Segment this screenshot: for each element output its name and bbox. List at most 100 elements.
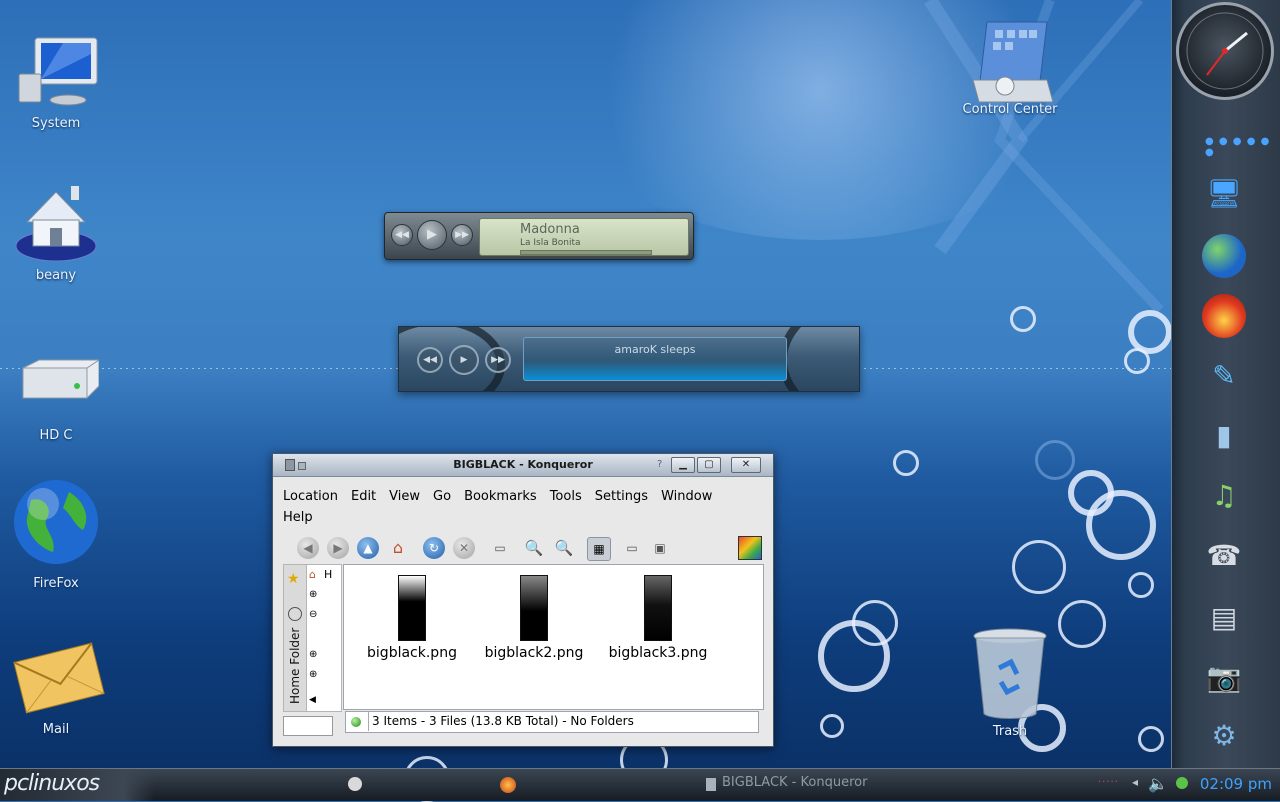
file-item[interactable]: bigblack.png	[352, 575, 472, 661]
history-icon[interactable]	[288, 607, 302, 621]
expand-icon[interactable]: ⊕	[309, 649, 317, 660]
sidebar-tabs: ★ Home Folder	[283, 564, 307, 712]
menu-bar: Location Edit View Go Bookmarks Tools Settings…	[283, 486, 763, 528]
music-cd-icon[interactable]: ♫	[1202, 474, 1246, 518]
menu-window[interactable]: Window	[661, 486, 712, 507]
system-settings-icon[interactable]: ⚙	[1202, 714, 1246, 758]
media-player-mini[interactable]: ◀◀ ▶ ▶▶ Madonna La Isla Bonita	[384, 212, 694, 260]
player-status-text: amaroK sleeps	[614, 343, 696, 356]
menu-go[interactable]: Go	[433, 486, 451, 507]
bubble	[1035, 440, 1075, 480]
network-computer-icon[interactable]: 🖥	[1202, 172, 1246, 216]
minimize-icon[interactable]: ▁	[671, 457, 695, 473]
icon-view-icon[interactable]: ▦	[587, 537, 611, 561]
collapse-icon[interactable]: ⊖	[309, 609, 317, 620]
firefox-icon[interactable]	[1202, 294, 1246, 338]
print-icon[interactable]: ▭	[489, 537, 511, 559]
play-icon[interactable]: ▶	[449, 345, 479, 375]
phone-icon[interactable]: ☎	[1202, 534, 1246, 578]
expand-icon[interactable]: ⊕	[309, 669, 317, 680]
detail-view-icon[interactable]: ▭	[621, 537, 643, 559]
main-toolbar: ◀ ▶ ▲ ⌂ ↻ ✕ ▭ 🔍 🔍 ▦ ▭ ▣	[283, 534, 763, 562]
desktop-icon-label: HD C	[39, 428, 73, 443]
notebook-icon[interactable]: ▮	[1202, 414, 1246, 458]
globe-icon	[13, 478, 99, 574]
hard-drive-icon	[13, 346, 100, 426]
back-icon[interactable]: ◀	[297, 537, 319, 559]
home-icon[interactable]: ⌂	[387, 537, 409, 559]
desktop-icon-trash[interactable]: Trash	[954, 628, 1066, 739]
next-icon[interactable]: ▶▶	[451, 224, 473, 246]
menu-location[interactable]: Location	[283, 486, 338, 507]
documents-icon[interactable]: ▤	[1202, 596, 1246, 640]
bubble	[852, 600, 898, 646]
distro-logo-text: pclinuxos	[4, 771, 100, 796]
tab-home-folder-label: Home Folder	[288, 627, 302, 704]
menu-tools[interactable]: Tools	[550, 486, 582, 507]
scroll-left-icon[interactable]: ◀	[309, 695, 316, 705]
menu-view[interactable]: View	[389, 486, 420, 507]
file-view[interactable]: bigblack.png bigblack2.png bigblack3.png	[343, 564, 764, 710]
desktop-icon-firefox[interactable]: FireFox	[0, 478, 112, 591]
feather-icon[interactable]: ✎	[1202, 354, 1246, 398]
desktop-icon-home[interactable]: beany	[0, 186, 112, 283]
maximize-icon[interactable]: ▢	[697, 457, 721, 473]
tab-home-folder[interactable]: Home Folder	[285, 627, 305, 707]
dock-separator: ● ● ● ● ● ●	[1205, 136, 1271, 158]
file-name: bigblack3.png	[608, 645, 708, 661]
player-status-display: amaroK sleeps	[523, 337, 787, 381]
up-icon[interactable]: ▲	[357, 537, 379, 559]
swirl-decoration	[779, 327, 859, 391]
folder-tree[interactable]: ⌂ H ⊕ ⊖ ⊕ ⊕ ◀	[306, 564, 342, 712]
reload-icon[interactable]: ↻	[423, 537, 445, 559]
desktop-icon-mail[interactable]: Mail	[0, 636, 112, 737]
next-icon[interactable]: ▶▶	[485, 347, 511, 373]
konqueror-task-icon[interactable]	[706, 778, 716, 791]
taskbar-task-konqueror[interactable]: BIGBLACK - Konqueror	[722, 775, 867, 790]
konqueror-window[interactable]: BIGBLACK - Konqueror ? ▁ ▢ ✕ Location Edi…	[272, 453, 774, 747]
system-tray-dots: ·····	[1098, 777, 1119, 788]
firefox-task-icon[interactable]	[500, 777, 516, 793]
sidebar-resize-box	[283, 716, 333, 736]
volume-icon[interactable]: 🔈	[1148, 774, 1168, 793]
status-led-icon	[351, 717, 361, 727]
desktop-icon-system[interactable]: System	[0, 34, 112, 131]
taskbar: pclinuxos BIGBLACK - Konqueror ····· ◂ 🔈…	[0, 768, 1280, 801]
tray-arrow-icon[interactable]: ◂	[1132, 775, 1138, 789]
globe-icon[interactable]	[1202, 234, 1246, 278]
image-thumbnail	[644, 575, 672, 641]
stop-icon[interactable]: ✕	[453, 537, 475, 559]
track-progress-bar[interactable]	[520, 250, 652, 255]
menu-edit[interactable]: Edit	[351, 486, 376, 507]
start-menu-button[interactable]: pclinuxos	[0, 769, 154, 801]
file-item[interactable]: bigblack2.png	[474, 575, 594, 661]
amarok-player[interactable]: ◀◀ ▶ ▶▶ amaroK sleeps	[398, 326, 860, 392]
network-status-icon[interactable]	[1176, 777, 1188, 789]
menu-settings[interactable]: Settings	[595, 486, 648, 507]
file-item[interactable]: bigblack3.png	[598, 575, 718, 661]
desktop-icon-control-center[interactable]: Control Center	[954, 20, 1066, 117]
menu-bookmarks[interactable]: Bookmarks	[464, 486, 537, 507]
home-icon: ⌂	[309, 568, 316, 581]
bookmark-star-icon[interactable]: ★	[287, 571, 300, 587]
camera-icon[interactable]: 📷	[1202, 656, 1246, 700]
bubble	[820, 714, 844, 738]
help-icon[interactable]: ?	[657, 459, 662, 470]
expand-icon[interactable]: ⊕	[309, 589, 317, 600]
window-titlebar[interactable]: BIGBLACK - Konqueror ? ▁ ▢ ✕	[273, 454, 773, 477]
desktop-pager-icon[interactable]	[348, 777, 362, 791]
previous-icon[interactable]: ◀◀	[391, 224, 413, 246]
menu-help[interactable]: Help	[283, 507, 313, 528]
desktop-icon-hd-c[interactable]: HD C	[0, 346, 112, 443]
zoom-in-icon[interactable]: 🔍	[523, 537, 545, 559]
bubble	[1068, 470, 1114, 516]
play-icon[interactable]: ▶	[417, 220, 447, 250]
zoom-out-icon[interactable]: 🔍	[553, 537, 575, 559]
close-icon[interactable]: ✕	[731, 457, 761, 473]
status-text: 3 Items - 3 Files (13.8 KB Total) - No F…	[368, 712, 634, 731]
taskbar-clock[interactable]: 02:09 pm	[1200, 775, 1272, 793]
preview-icon[interactable]: ▣	[649, 537, 671, 559]
previous-icon[interactable]: ◀◀	[417, 347, 443, 373]
desktop-icon-label: Trash	[992, 724, 1028, 739]
forward-icon[interactable]: ▶	[327, 537, 349, 559]
